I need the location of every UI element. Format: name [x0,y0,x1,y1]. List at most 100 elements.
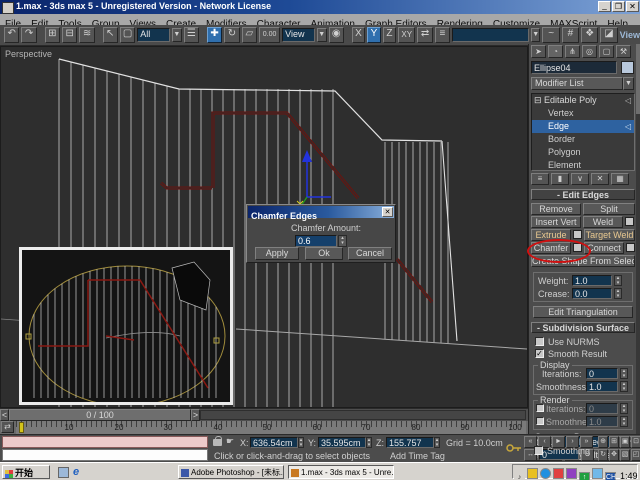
stack-item-polygon[interactable]: Polygon [532,146,634,159]
zoom-icon[interactable]: ⊕ [598,436,608,448]
volume-icon[interactable]: ♪ [514,473,525,480]
quicklaunch-desktop-icon[interactable] [58,467,69,478]
modifier-list-dropdown[interactable]: Modifier List [531,77,623,90]
subdivision-surface-rollout[interactable]: - Subdivision Surface [531,322,635,333]
ok-button[interactable]: Ok [305,247,343,260]
material-editor-icon[interactable]: ❖ [581,27,598,43]
cancel-button[interactable]: Cancel [348,247,392,260]
tray-app-icon[interactable] [592,468,603,479]
zoom-extents-icon[interactable]: ▣ [620,436,630,448]
time-slider-handle[interactable]: 0 / 100 [9,409,191,421]
create-tab-icon[interactable]: ➤ [531,45,546,58]
tray-app-icon[interactable] [566,468,577,479]
weight-field[interactable]: 1.0 [572,275,612,286]
coord-y-spinner[interactable]: ▴▾ [366,437,372,448]
remove-button[interactable]: Remove [531,203,581,215]
object-name-field[interactable]: Ellipse04 [531,61,617,74]
object-color-swatch[interactable] [621,61,634,74]
messenger-icon[interactable] [540,468,551,479]
dropdown-arrow-icon[interactable]: ▼ [172,28,182,42]
tray-app-icon[interactable] [553,468,564,479]
render-smoothness-checkbox[interactable] [536,417,544,425]
quicklaunch-ie-icon[interactable]: e [73,466,85,478]
weight-spinner[interactable]: ▴▾ [614,275,622,286]
title-bar[interactable]: 1.max - 3ds max 5 - Unregistered Version… [0,0,640,14]
reference-coordinate-dropdown[interactable]: View [282,28,315,42]
time-slider-track[interactable] [200,410,526,420]
stack-item-border[interactable]: Border [532,133,634,146]
crease-field[interactable]: 0.0 [572,288,612,299]
time-slider-prev[interactable]: < [0,409,9,421]
panel-scrollbar[interactable] [636,44,640,462]
render-iterations-checkbox[interactable] [536,404,544,412]
hierarchy-tab-icon[interactable]: ⋔ [565,45,580,58]
zoom-extents-all-icon[interactable]: ⊡ [631,436,640,448]
edit-edges-rollout[interactable]: - Edit Edges [531,189,635,200]
display-smoothness-field[interactable]: 1.0 [586,381,618,392]
axis-xy-button[interactable]: XY [398,27,415,43]
motion-tab-icon[interactable]: ◎ [582,45,597,58]
bind-spacewarp-icon[interactable]: ≋ [79,27,94,43]
axis-z-button[interactable]: Z [383,27,396,43]
display-iterations-spinner[interactable]: ▴▾ [620,368,628,379]
make-unique-icon[interactable]: ∨ [571,173,589,185]
coord-z-spinner[interactable]: ▴▾ [434,437,440,448]
render-smoothness-spinner[interactable]: ▴▾ [620,416,628,427]
clock[interactable]: 1:49 [620,471,638,480]
weld-settings-icon[interactable] [625,217,634,226]
mirror-icon[interactable]: ⇄ [417,27,432,43]
smooth-result-checkbox[interactable]: ✓ [535,349,544,358]
modify-tab-icon[interactable]: ◔ [548,45,563,58]
utilities-tab-icon[interactable]: ⚒ [616,45,631,58]
named-selection-dropdown[interactable] [452,28,529,42]
minimize-button[interactable]: _ [598,1,611,12]
selection-region-icon[interactable]: ▢ [120,27,135,43]
arc-rotate-icon[interactable]: ↻ [598,449,608,461]
show-end-result-icon[interactable]: ▮ [551,173,569,185]
curve-editor-icon[interactable]: ~ [542,27,559,43]
axis-x-button[interactable]: X [352,27,365,43]
scrollbar-thumb[interactable] [636,44,640,114]
stack-item-vertex[interactable]: Vertex [532,107,634,120]
schematic-view-icon[interactable]: # [562,27,579,43]
stack-item-edge[interactable]: Edge◁ [532,120,634,133]
render-smoothness-field[interactable]: 1.0 [586,416,618,427]
task-photoshop[interactable]: Adobe Photoshop - [未标... [178,465,284,479]
display-tab-icon[interactable]: ▢ [599,45,614,58]
dialog-close-icon[interactable]: ✕ [382,207,393,217]
maxscript-listener[interactable] [2,436,208,448]
pivot-center-icon[interactable]: ◉ [329,27,344,43]
language-indicator[interactable]: CH [605,472,616,480]
region-zoom-icon[interactable]: ▧ [620,449,630,461]
rotate-icon[interactable]: ↻ [224,27,239,43]
display-iterations-field[interactable]: 0 [586,368,618,379]
axis-y-button[interactable]: Y [367,27,380,43]
upload-icon[interactable]: ↑ [579,472,590,480]
apply-button[interactable]: Apply [255,247,299,260]
scale-icon[interactable]: ▱ [242,27,257,43]
coord-z-field[interactable]: 155.757 [386,437,434,448]
stack-item-editable-poly[interactable]: ⊟ Editable Poly◁ [532,94,634,107]
target-weld-button[interactable]: Target Weld [584,229,635,241]
modifier-list-arrow-icon[interactable]: ▼ [623,77,634,90]
redo-icon[interactable]: ↷ [21,27,36,43]
coord-y-field[interactable]: 35.595cm [318,437,366,448]
smoothing-checkbox[interactable] [534,446,543,455]
display-smoothness-spinner[interactable]: ▴▾ [620,381,628,392]
dropdown-arrow-icon[interactable]: ▼ [531,28,541,42]
snap-toggle-icon[interactable]: 0.00 [259,27,280,43]
min-max-toggle-icon[interactable]: ◰ [631,449,640,461]
stack-item-element[interactable]: Element [532,159,634,172]
split-button[interactable]: Split [583,203,635,215]
weld-button[interactable]: Weld [583,216,623,228]
move-icon[interactable]: ✚ [207,27,222,43]
render-scene-icon[interactable]: ◪ [600,27,617,43]
select-by-name-icon[interactable]: ☰ [184,27,199,43]
close-button[interactable]: ✕ [626,1,639,12]
maxscript-listener-white[interactable] [2,449,208,461]
select-object-icon[interactable]: ↖ [103,27,118,43]
trackbar-mode-icon[interactable]: ⇄ [1,421,14,433]
unlink-icon[interactable]: ⊟ [62,27,77,43]
abs-offset-icon[interactable]: ☛ [226,436,234,447]
insert-vertex-button[interactable]: Insert Vert [531,216,581,228]
